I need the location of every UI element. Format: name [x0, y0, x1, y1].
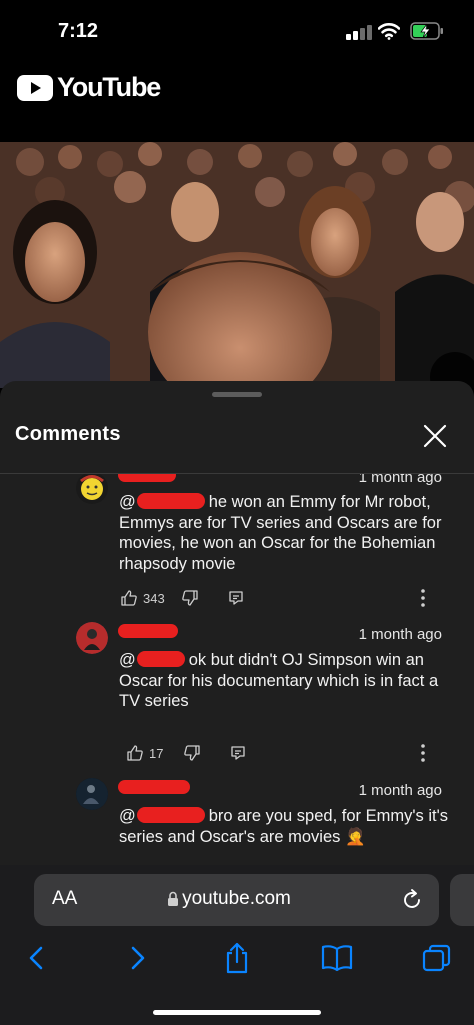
mention-prefix: @ [119, 651, 136, 669]
youtube-logo-text: YouTube [57, 72, 161, 102]
close-icon[interactable] [420, 421, 450, 451]
author-name-redacted[interactable] [118, 474, 176, 482]
more-options-icon[interactable] [414, 587, 432, 609]
comment-actions: 17 [126, 742, 247, 764]
profile-photo-image [76, 622, 108, 654]
reply-button[interactable] [229, 744, 247, 762]
mention-prefix: @ [119, 807, 136, 825]
thumbs-up-icon [127, 745, 143, 761]
like-count: 17 [149, 745, 164, 761]
share-icon[interactable] [220, 941, 254, 975]
thumbs-down-icon [181, 590, 198, 606]
drag-handle[interactable] [212, 392, 262, 397]
youtube-header: YouTube [0, 58, 474, 142]
battery-charging-icon [410, 22, 443, 40]
like-button[interactable]: 343 [120, 589, 165, 607]
more-options-icon[interactable] [414, 742, 432, 764]
emoji-avatar-image [80, 475, 104, 500]
reload-icon[interactable] [400, 888, 424, 912]
comment-text: @ bro are you sped, for Emmy's it's serie… [119, 806, 449, 847]
status-time: 7:12 [58, 20, 99, 42]
dislike-button[interactable] [181, 589, 199, 607]
avatar[interactable] [76, 474, 108, 504]
comment-text: @ ok but didn't OJ Simpson win an Oscar f… [119, 650, 449, 712]
address-bar[interactable]: AA youtube.com [34, 874, 439, 926]
comments-list[interactable]: 1 month ago @ he won an Emmy for Mr robot… [0, 474, 474, 865]
comment-actions: 343 [120, 587, 245, 609]
reply-button[interactable] [227, 589, 245, 607]
thumbs-down-icon [184, 745, 201, 761]
avatar[interactable] [76, 778, 108, 810]
next-tab-preview[interactable] [450, 874, 474, 926]
home-indicator[interactable] [153, 1010, 321, 1015]
back-icon[interactable] [20, 941, 54, 975]
youtube-logo[interactable]: YouTube [17, 72, 161, 103]
reply-icon [231, 746, 246, 760]
dislike-button[interactable] [183, 744, 201, 762]
safari-toolbar: AA youtube.com [0, 865, 474, 1025]
mention-redacted[interactable] [136, 651, 185, 667]
comments-panel: Comments 1 month ago @ he won an Emmy for… [0, 381, 474, 865]
comment-text: @ he won an Emmy for Mr robot, Emmys are … [119, 492, 449, 574]
avatar[interactable] [76, 622, 108, 654]
like-count: 343 [143, 590, 165, 606]
mention-redacted[interactable] [136, 807, 205, 823]
like-button[interactable]: 17 [126, 744, 163, 762]
tabs-icon[interactable] [420, 941, 454, 975]
reply-icon [229, 591, 243, 605]
mention-prefix: @ [119, 493, 136, 511]
cellular-signal-icon [346, 24, 372, 40]
author-name-redacted[interactable] [118, 624, 178, 638]
profile-photo-image [76, 778, 108, 810]
comments-title: Comments [15, 423, 121, 445]
mention-redacted[interactable] [136, 493, 205, 509]
wifi-icon [378, 23, 400, 40]
forward-icon[interactable] [120, 941, 154, 975]
thumbs-up-icon [121, 590, 137, 606]
video-player[interactable] [0, 142, 474, 388]
comment-time: 1 month ago [358, 782, 442, 799]
bookmarks-icon[interactable] [320, 941, 354, 975]
status-bar: 7:12 [0, 0, 474, 58]
url-text: youtube.com [182, 888, 291, 909]
video-frame-image [0, 142, 474, 388]
comment-time: 1 month ago [358, 474, 442, 486]
comment-time: 1 month ago [358, 626, 442, 643]
youtube-play-icon [17, 74, 53, 101]
author-name-redacted[interactable] [118, 780, 190, 794]
